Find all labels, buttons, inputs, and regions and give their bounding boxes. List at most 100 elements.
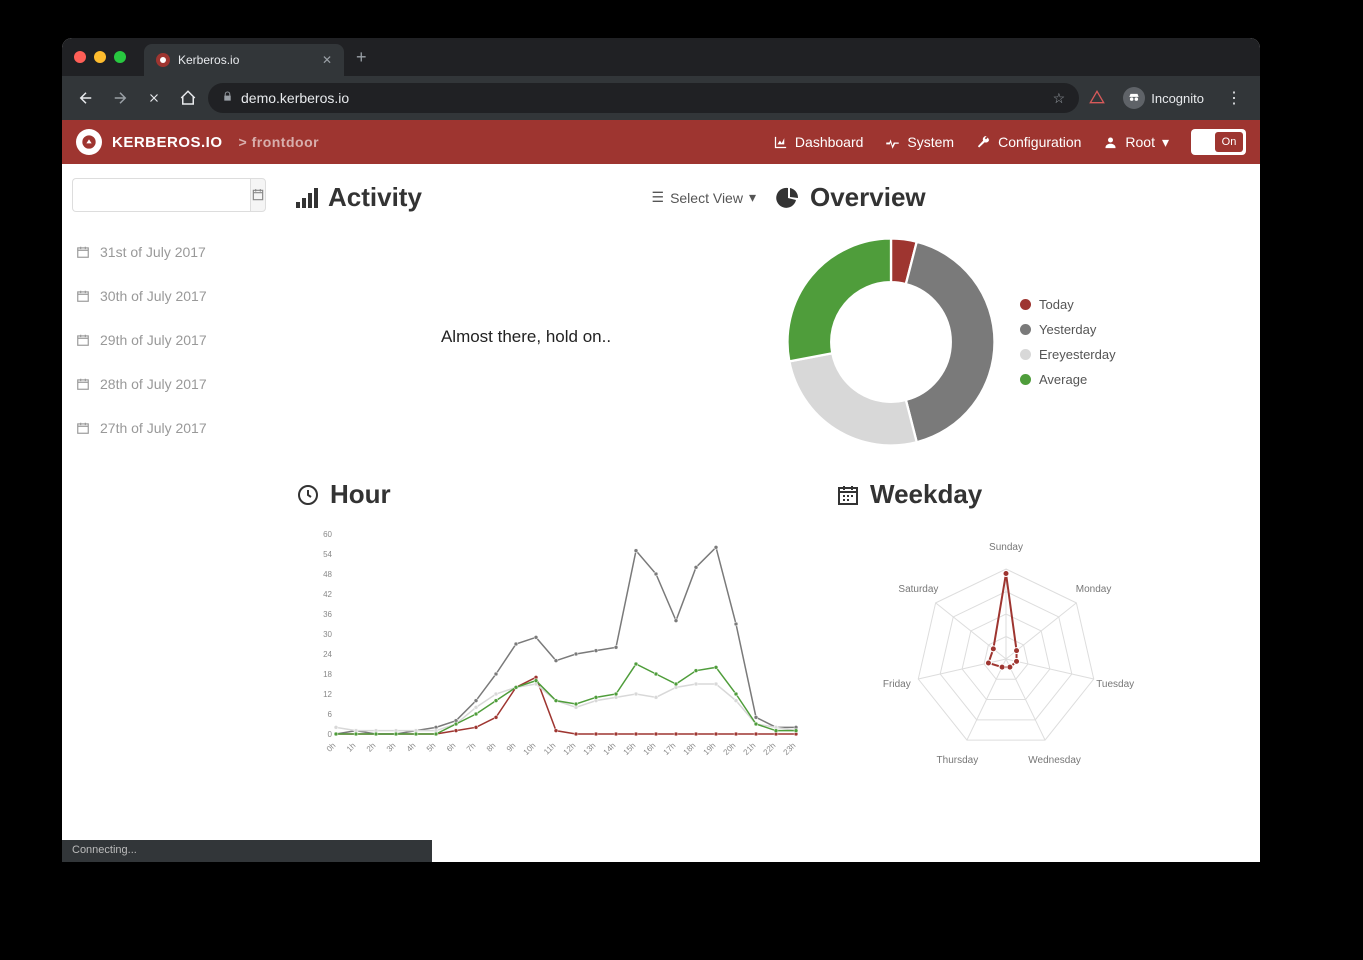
toggle-label: On	[1215, 132, 1243, 152]
stop-button[interactable]	[140, 84, 168, 112]
nav-label: Root	[1125, 134, 1155, 150]
app-topnav: KERBEROS.IO > frontdoor Dashboard System	[62, 120, 1260, 164]
svg-text:6h: 6h	[445, 741, 458, 754]
svg-text:13h: 13h	[582, 741, 598, 757]
hour-line-chart: 061218243036424854600h1h2h3h4h5h6h7h8h9h…	[296, 524, 816, 774]
svg-text:4h: 4h	[405, 741, 418, 754]
section-title: Weekday	[870, 479, 982, 510]
section-title: Overview	[810, 182, 926, 213]
bookmark-star-icon[interactable]: ☆	[1053, 90, 1066, 107]
tab-title: Kerberos.io	[178, 53, 239, 67]
svg-text:5h: 5h	[425, 741, 438, 754]
svg-text:11h: 11h	[542, 741, 557, 756]
svg-text:60: 60	[323, 530, 332, 539]
svg-text:18h: 18h	[682, 741, 698, 757]
calendar-icon	[76, 421, 90, 435]
brand-text: KERBEROS.IO	[112, 134, 223, 151]
browser-menu-button[interactable]: ⋮	[1218, 88, 1250, 108]
svg-text:23h: 23h	[782, 741, 798, 757]
svg-text:17h: 17h	[662, 741, 678, 757]
nav-system[interactable]: System	[885, 134, 954, 150]
legend-dot-icon	[1020, 324, 1031, 335]
window-minimize-button[interactable]	[94, 51, 106, 63]
brand-logo-icon	[76, 129, 102, 155]
brand[interactable]: KERBEROS.IO > frontdoor	[76, 129, 319, 155]
date-label: 29th of July 2017	[100, 332, 207, 348]
date-label: 31st of July 2017	[100, 244, 206, 260]
new-tab-button[interactable]: +	[356, 47, 367, 68]
svg-text:14h: 14h	[602, 741, 618, 757]
extension-icon[interactable]	[1085, 86, 1109, 110]
heartbeat-icon	[885, 135, 900, 150]
svg-text:16h: 16h	[642, 741, 658, 757]
section-overview: Overview Today Yesterday Ereyesterday Av…	[776, 182, 1236, 467]
svg-text:3h: 3h	[385, 741, 398, 754]
select-view-label: Select View	[670, 190, 743, 206]
url-input[interactable]: demo.kerberos.io ☆	[208, 83, 1079, 113]
nav-user-menu[interactable]: Root ▾	[1103, 134, 1169, 151]
chart-area-icon	[773, 135, 788, 150]
svg-text:54: 54	[323, 550, 332, 559]
legend-item: Average	[1020, 367, 1116, 392]
section-title: Activity	[328, 182, 422, 213]
legend-label: Ereyesterday	[1039, 347, 1116, 362]
home-button[interactable]	[174, 84, 202, 112]
date-item[interactable]: 28th of July 2017	[72, 362, 262, 406]
svg-text:20h: 20h	[722, 741, 738, 757]
url-bar: demo.kerberos.io ☆ Incognito ⋮	[62, 76, 1260, 120]
incognito-label: Incognito	[1151, 91, 1204, 106]
power-toggle[interactable]: On	[1191, 129, 1246, 155]
svg-text:Tuesday: Tuesday	[1096, 679, 1134, 690]
nav-dashboard[interactable]: Dashboard	[773, 134, 864, 150]
legend-dot-icon	[1020, 349, 1031, 360]
window-maximize-button[interactable]	[114, 51, 126, 63]
date-label: 28th of July 2017	[100, 376, 207, 392]
legend-dot-icon	[1020, 374, 1031, 385]
back-button[interactable]	[72, 84, 100, 112]
browser-window: Kerberos.io ✕ + demo.kerberos.io ☆	[62, 38, 1260, 862]
nav-label: System	[907, 134, 954, 150]
date-item[interactable]: 31st of July 2017	[72, 230, 262, 274]
calendar-icon	[76, 377, 90, 391]
section-activity: Activity ☰ Select View ▾ Almost there, h…	[296, 182, 756, 467]
date-item[interactable]: 27th of July 2017	[72, 406, 262, 450]
legend-dot-icon	[1020, 299, 1031, 310]
legend-label: Today	[1039, 297, 1074, 312]
tab-bar: Kerberos.io ✕ +	[62, 38, 1260, 76]
nav-label: Dashboard	[795, 134, 864, 150]
svg-text:10h: 10h	[522, 741, 538, 757]
tab-close-button[interactable]: ✕	[322, 53, 332, 67]
date-item[interactable]: 30th of July 2017	[72, 274, 262, 318]
wrench-icon	[976, 135, 991, 150]
calendar-icon	[251, 188, 265, 202]
select-view-dropdown[interactable]: ☰ Select View ▾	[652, 189, 757, 206]
svg-text:48: 48	[323, 570, 332, 579]
svg-text:24: 24	[323, 650, 332, 659]
date-picker-button[interactable]	[250, 178, 266, 212]
svg-text:Friday: Friday	[883, 679, 911, 690]
page-content: KERBEROS.IO > frontdoor Dashboard System	[62, 120, 1260, 862]
browser-tab[interactable]: Kerberos.io ✕	[144, 44, 344, 76]
calendar-icon	[76, 289, 90, 303]
weekday-radar-chart: SundayMondayTuesdayWednesdayThursdayFrid…	[836, 524, 1176, 784]
sidebar: 31st of July 2017 30th of July 2017 29th…	[62, 164, 272, 862]
url-text: demo.kerberos.io	[241, 90, 349, 106]
svg-text:42: 42	[323, 590, 332, 599]
main: 31st of July 2017 30th of July 2017 29th…	[62, 164, 1260, 862]
chevron-down-icon: ▾	[1162, 134, 1169, 151]
svg-text:Monday: Monday	[1076, 584, 1112, 595]
legend-item: Ereyesterday	[1020, 342, 1116, 367]
hamburger-icon: ☰	[652, 189, 665, 206]
traffic-lights	[74, 51, 126, 63]
forward-button[interactable]	[106, 84, 134, 112]
date-item[interactable]: 29th of July 2017	[72, 318, 262, 362]
window-close-button[interactable]	[74, 51, 86, 63]
svg-text:7h: 7h	[465, 741, 478, 754]
nav-configuration[interactable]: Configuration	[976, 134, 1081, 150]
svg-text:36: 36	[323, 610, 332, 619]
loading-text: Almost there, hold on..	[441, 327, 611, 347]
overview-donut-chart	[776, 227, 1006, 457]
svg-text:22h: 22h	[762, 741, 778, 757]
date-input[interactable]	[72, 178, 250, 212]
signal-icon	[296, 188, 318, 208]
